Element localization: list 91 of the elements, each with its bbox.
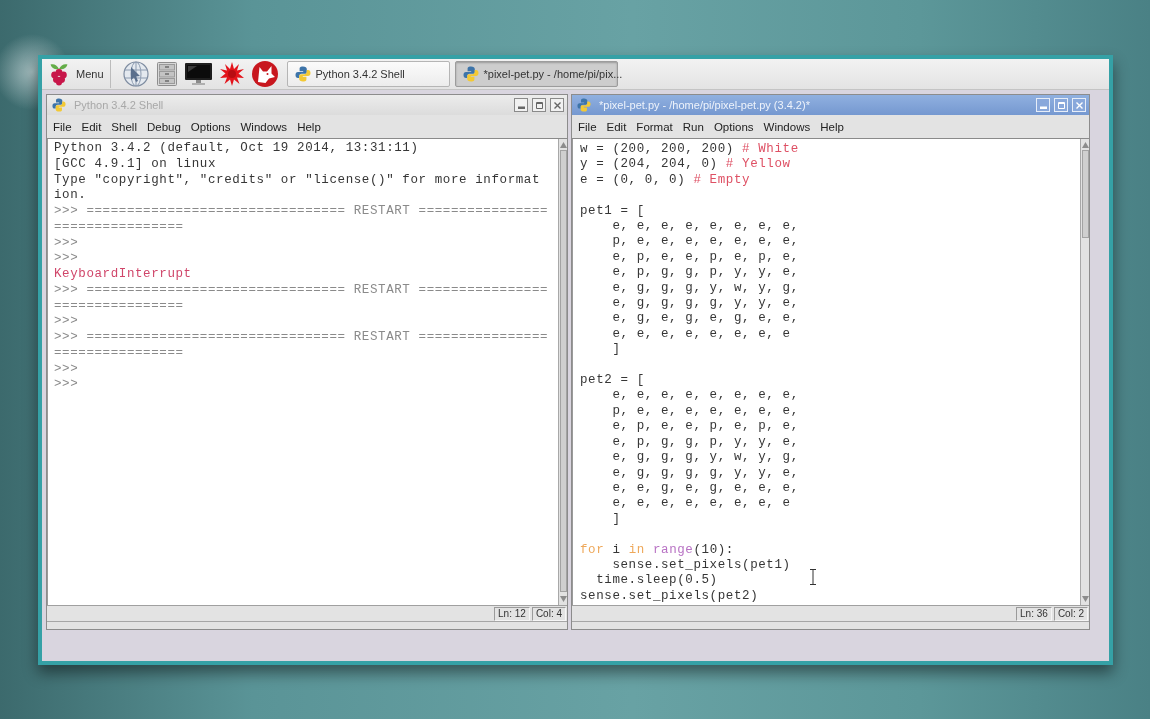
code-line: e, g, g, g, y, w, y, g, (611, 450, 799, 466)
code-line: y = (204, 204, 0) # Yellow (580, 157, 791, 173)
maximize-button[interactable] (532, 98, 546, 112)
menu-item[interactable]: Help (815, 116, 849, 137)
taskbar-button[interactable]: Python 3.4.2 Shell (286, 61, 450, 87)
raspberry-icon (48, 62, 70, 86)
code-line: ] (611, 511, 621, 528)
shell-line: Python 3.4.2 (default, Oct 19 2014, 13:31:11) (54, 141, 419, 157)
code-line: pet1 = [ (580, 203, 645, 219)
python-logo-icon (294, 66, 311, 82)
menu-item[interactable]: Shell (106, 116, 142, 137)
wolf-head-icon[interactable] (251, 61, 278, 87)
code-line: w = (200, 200, 200) # White (580, 142, 799, 158)
scrollbar-thumb[interactable] (559, 150, 567, 592)
python-logo-icon (52, 98, 66, 112)
maximize-icon (1057, 101, 1065, 109)
menu-item[interactable]: Options (708, 116, 759, 137)
vertical-scrollbar[interactable] (558, 139, 567, 605)
up-arrow-icon[interactable] (1081, 142, 1089, 148)
shell-line: [GCC 4.9.1] on linux (54, 156, 217, 173)
code-line: p, e, e, e, e, e, e, e, (611, 234, 799, 250)
menu-item[interactable]: Edit (76, 116, 107, 137)
shell-line: KeyboardInterrupt (54, 267, 192, 283)
globe-icon[interactable] (122, 61, 149, 87)
starburst-icon[interactable] (219, 62, 244, 86)
line-status: Ln: 12 (494, 606, 530, 621)
file-cabinet-icon[interactable] (156, 62, 177, 86)
code-line: e, p, e, e, p, e, p, e, (611, 249, 799, 266)
code-line: e, p, e, e, p, e, p, e, (611, 419, 799, 435)
code-line: for i in range(10): (580, 542, 734, 558)
code-line: time.sleep(0.5) (595, 573, 718, 589)
scrollbar-thumb[interactable] (1081, 150, 1089, 238)
code-line: e, p, g, g, p, y, y, e, (611, 434, 799, 451)
close-icon (1075, 101, 1083, 109)
code-line: p, e, e, e, e, e, e, e, (611, 403, 799, 420)
menu-item[interactable]: Help (292, 116, 326, 137)
down-arrow-icon[interactable] (1081, 596, 1089, 602)
code-line: e, p, g, g, p, y, y, e, (611, 265, 799, 281)
menu-item[interactable]: Edit (601, 116, 632, 137)
menu-item[interactable]: Options (185, 116, 236, 137)
code-line: e = (0, 0, 0) # Empty (580, 172, 751, 189)
shell-line: ================ (54, 298, 184, 315)
shell-line: ================ (54, 345, 184, 362)
menu-item[interactable]: File (48, 116, 77, 137)
menu-item[interactable]: Debug (141, 116, 186, 137)
shell-line: >>> (54, 314, 79, 330)
code-line: e, g, g, g, g, y, y, e, (611, 296, 799, 312)
menu-item[interactable]: Run (677, 116, 709, 137)
code-line: e, e, e, e, e, e, e, e, (611, 219, 799, 235)
minimize-button[interactable] (514, 98, 528, 112)
shell-line: >>> (54, 251, 79, 267)
shell-line: >>> ================================ RESTART ================ (54, 330, 549, 346)
code-line: sense.set_pixels(pet2) (580, 588, 759, 605)
window-title: Python 3.4.2 Shell (73, 99, 165, 111)
python-logo-icon (577, 98, 591, 112)
vertical-scrollbar[interactable] (1080, 139, 1089, 605)
code-line: e, g, e, g, e, g, e, e, (611, 311, 799, 327)
menu-item[interactable]: Format (631, 116, 678, 137)
column-status: Col: 4 (531, 606, 566, 621)
column-status: Col: 2 (1053, 606, 1088, 621)
shell-line: >>> (54, 361, 79, 378)
menu-item[interactable]: File (573, 116, 602, 137)
code-line: e, e, e, e, e, e, e, e (611, 326, 791, 343)
code-line: e, e, e, e, e, e, e, e, (611, 388, 799, 404)
menu-item[interactable]: Windows (758, 116, 816, 137)
shell-line: ================ (54, 219, 184, 236)
code-line: e, e, e, e, e, e, e, e (611, 496, 791, 512)
close-icon (553, 101, 561, 109)
monitor-icon[interactable] (184, 63, 212, 85)
code-line: sense.set_pixels(pet1) (611, 557, 791, 574)
shell-line: >>> (54, 377, 79, 393)
code-line: pet2 = [ (580, 373, 645, 389)
shell-line: ion. (54, 188, 87, 204)
shell-line: >>> (54, 235, 79, 252)
close-button[interactable] (550, 98, 564, 112)
code-line: ] (611, 342, 621, 358)
menu-item[interactable]: Windows (235, 116, 293, 137)
down-arrow-icon[interactable] (559, 596, 567, 602)
shell-line: >>> ================================ RESTART ================ (54, 204, 549, 220)
shell-line: Type "copyright", "credits" or "license()" for more informat (54, 172, 541, 189)
code-line: e, e, g, e, g, e, e, e, (611, 480, 799, 497)
window-title: *pixel-pet.py - /home/pi/pixel-pet.py (3.4.2)* (598, 99, 811, 111)
shell-line: >>> ================================ RESTART ================ (54, 282, 549, 299)
python-logo-icon (462, 66, 479, 82)
menu-button[interactable]: Menu (44, 60, 111, 88)
maximize-icon (535, 101, 543, 109)
line-status: Ln: 36 (1016, 606, 1052, 621)
up-arrow-icon[interactable] (559, 142, 567, 148)
code-line: e, g, g, g, g, y, y, e, (611, 465, 799, 481)
text-cursor-icon (810, 569, 816, 585)
code-line: e, g, g, g, y, w, y, g, (611, 280, 799, 297)
